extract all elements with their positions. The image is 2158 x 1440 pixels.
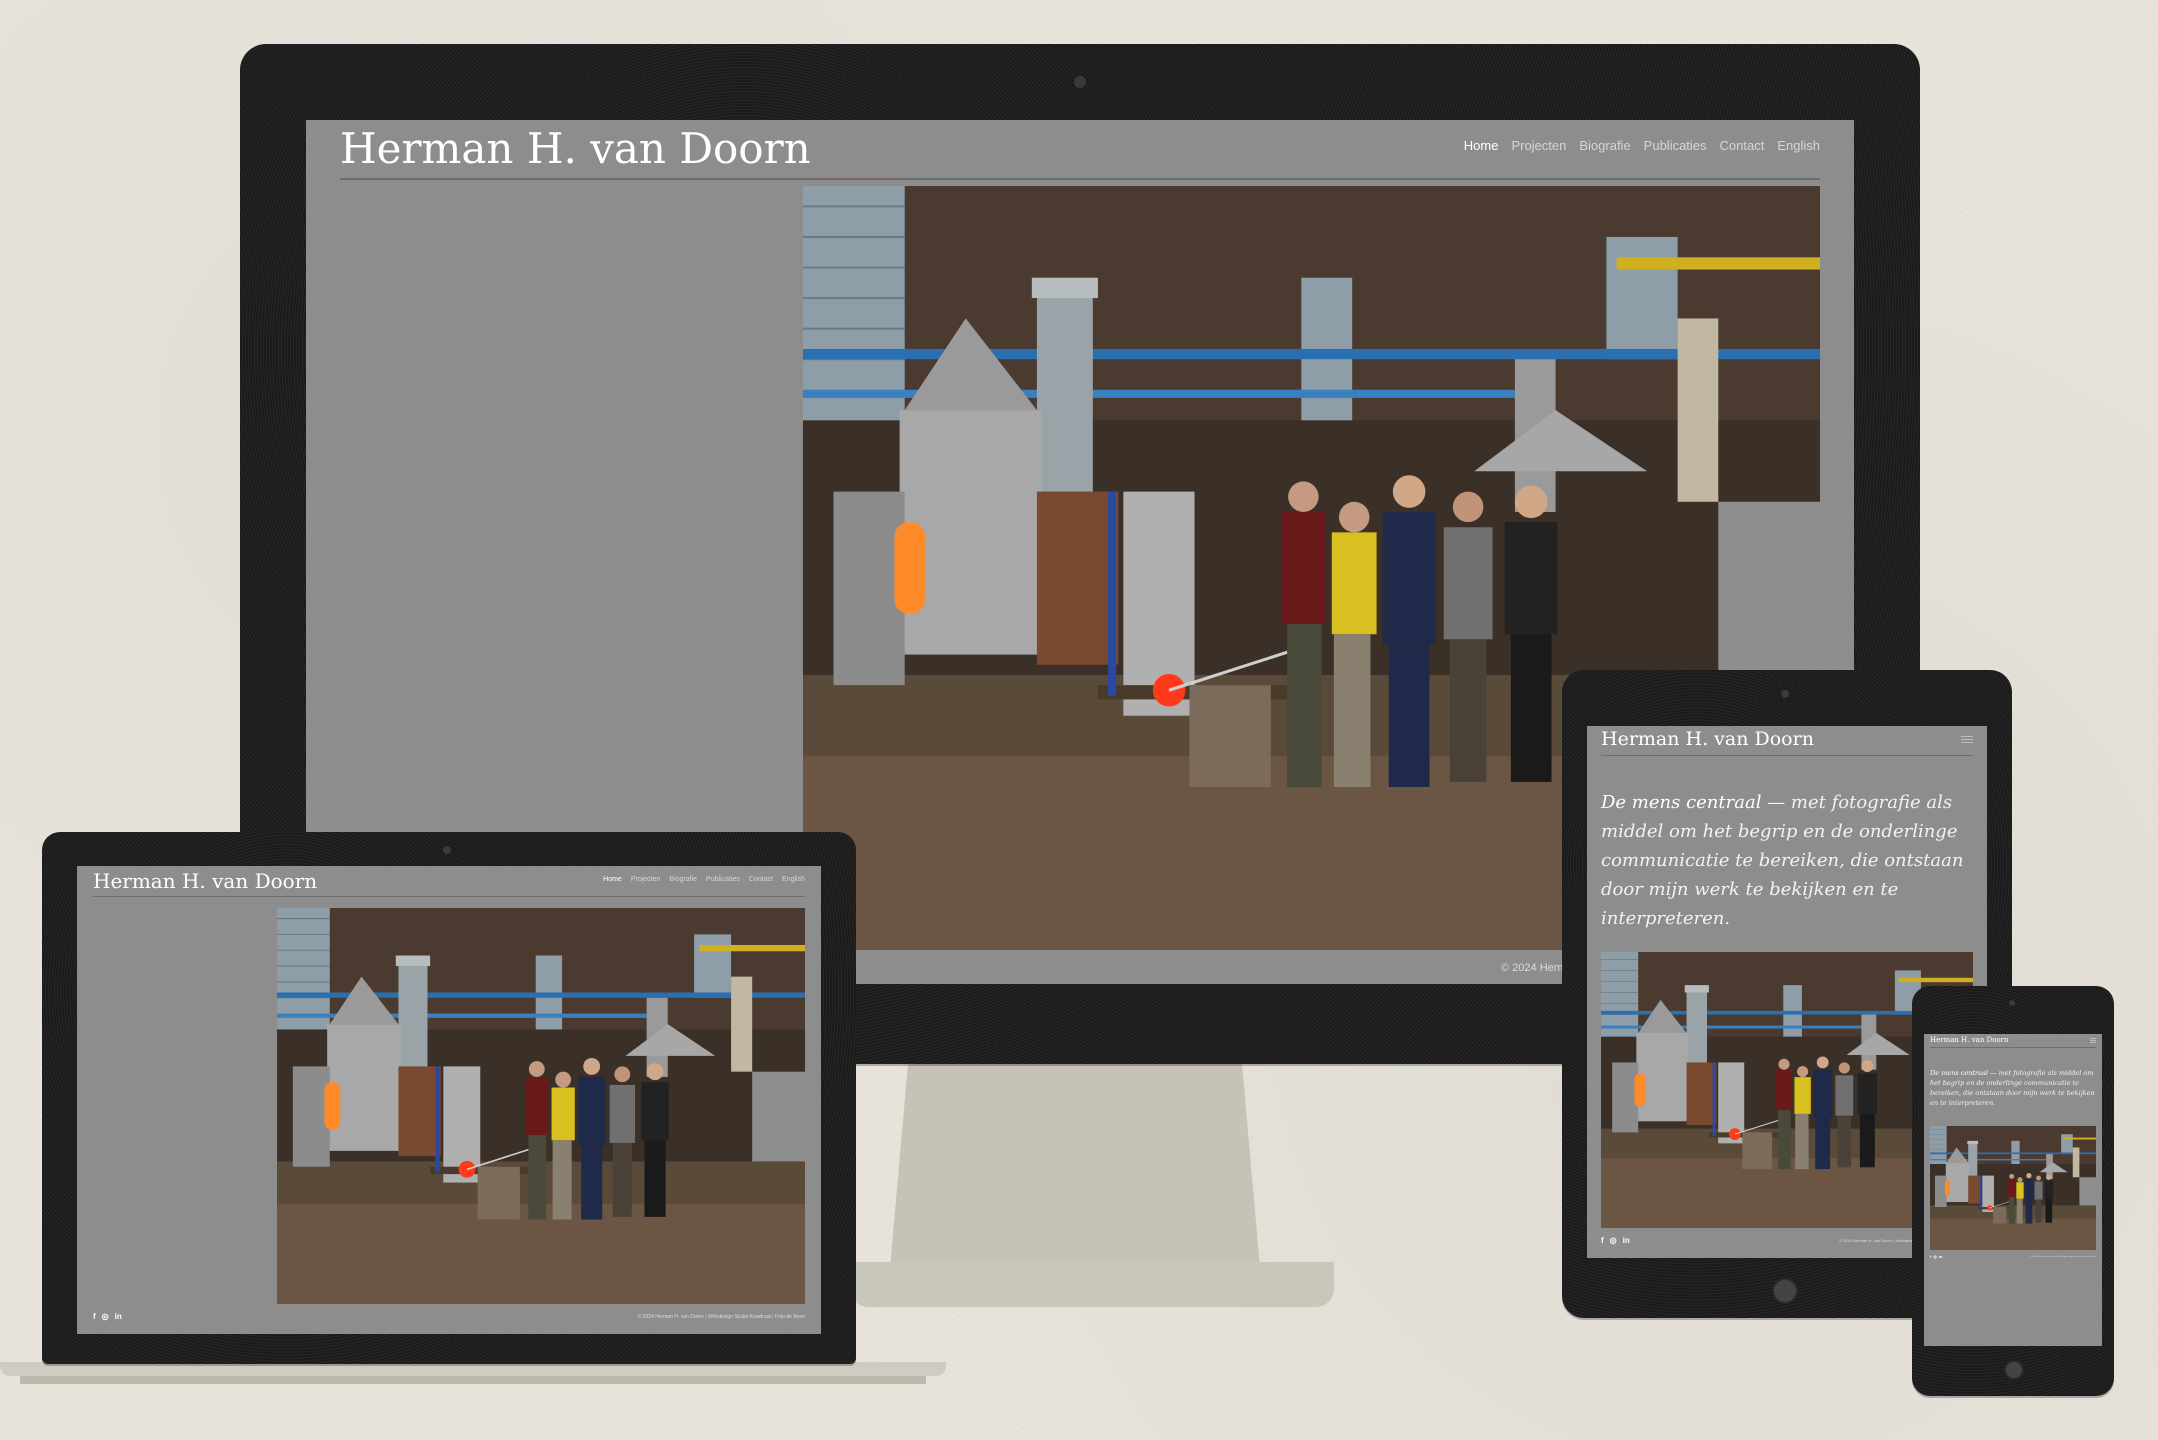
- footer-credit: © 2024 Herman H. van Doorn | Webdesign S…: [637, 1314, 805, 1320]
- nav-item-publicaties[interactable]: Publicaties: [1644, 138, 1707, 153]
- linkedin-icon[interactable]: in: [115, 1312, 122, 1321]
- home-button-icon[interactable]: [2004, 1360, 2024, 1380]
- laptop: Herman H. van Doorn Home Projecten Biogr…: [42, 832, 856, 1364]
- nav-item-english[interactable]: English: [1777, 138, 1820, 153]
- home-button-icon[interactable]: [1772, 1278, 1798, 1304]
- linkedin-icon[interactable]: in: [1939, 1254, 1943, 1259]
- header-divider: [1601, 755, 1973, 756]
- site-title[interactable]: Herman H. van Doorn: [93, 869, 317, 893]
- phone-screen: Herman H. van Doorn De mens centraal — m…: [1924, 1034, 2102, 1346]
- hero-photo[interactable]: [1930, 1126, 2096, 1250]
- laptop-base: [0, 1362, 946, 1376]
- facebook-icon[interactable]: f: [93, 1312, 96, 1321]
- site-title[interactable]: Herman H. van Doorn: [1601, 728, 1814, 750]
- social-links: f ◎ in: [1601, 1236, 1630, 1245]
- nav-item-contact[interactable]: Contact: [749, 876, 773, 883]
- monitor-stand-neck: [890, 1058, 1260, 1268]
- main-nav: Home Projecten Biografie Publicaties Con…: [1464, 138, 1820, 153]
- instagram-icon[interactable]: ◎: [102, 1312, 109, 1321]
- intro-text: De mens centraal — met fotografie als mi…: [1601, 788, 1969, 933]
- nav-item-english[interactable]: English: [782, 876, 805, 883]
- camera-icon: [1781, 690, 1789, 698]
- instagram-icon[interactable]: ◎: [1933, 1254, 1937, 1259]
- facebook-icon[interactable]: f: [1601, 1236, 1604, 1245]
- laptop-screen: Herman H. van Doorn Home Projecten Biogr…: [77, 866, 821, 1334]
- instagram-icon[interactable]: ◎: [1610, 1236, 1617, 1245]
- intro-emphasis: De mens centraal: [1601, 792, 1762, 813]
- nav-item-biografie[interactable]: Biografie: [1579, 138, 1630, 153]
- nav-item-home[interactable]: Home: [1464, 138, 1499, 153]
- nav-item-projecten[interactable]: Projecten: [631, 876, 661, 883]
- nav-item-projecten[interactable]: Projecten: [1511, 138, 1566, 153]
- monitor-stand-base: [850, 1262, 1334, 1307]
- header-divider: [340, 178, 1820, 180]
- facebook-icon[interactable]: f: [1930, 1254, 1931, 1259]
- site-title[interactable]: Herman H. van Doorn: [1930, 1036, 2008, 1044]
- social-links: f ◎ in: [1930, 1254, 1942, 1259]
- nav-item-biografie[interactable]: Biografie: [669, 876, 697, 883]
- nav-item-publicaties[interactable]: Publicaties: [706, 876, 740, 883]
- header-divider: [1930, 1047, 2096, 1048]
- header-divider: [93, 896, 805, 897]
- linkedin-icon[interactable]: in: [1623, 1236, 1630, 1245]
- camera-icon: [2009, 1000, 2015, 1006]
- camera-icon: [443, 846, 451, 854]
- social-links: f ◎ in: [93, 1312, 122, 1321]
- main-nav: Home Projecten Biografie Publicaties Con…: [603, 876, 805, 883]
- nav-item-contact[interactable]: Contact: [1720, 138, 1765, 153]
- footer-credit: © 2024 Herman H. van Doorn | Webdesign S…: [2029, 1256, 2096, 1258]
- menu-icon[interactable]: [2090, 1038, 2096, 1043]
- footer-credit: © 2024 Herm: [1501, 962, 1567, 974]
- menu-icon[interactable]: [1961, 736, 1973, 743]
- camera-icon: [1074, 76, 1086, 88]
- nav-item-home[interactable]: Home: [603, 876, 622, 883]
- site-title[interactable]: Herman H. van Doorn: [340, 124, 811, 173]
- laptop-base-shadow: [20, 1376, 926, 1384]
- intro-text: De mens centraal — met fotografie als mi…: [1930, 1068, 2096, 1108]
- intro-emphasis: De mens centraal: [1930, 1069, 1988, 1077]
- phone: Herman H. van Doorn De mens centraal — m…: [1912, 986, 2114, 1396]
- hero-photo[interactable]: [277, 908, 805, 1304]
